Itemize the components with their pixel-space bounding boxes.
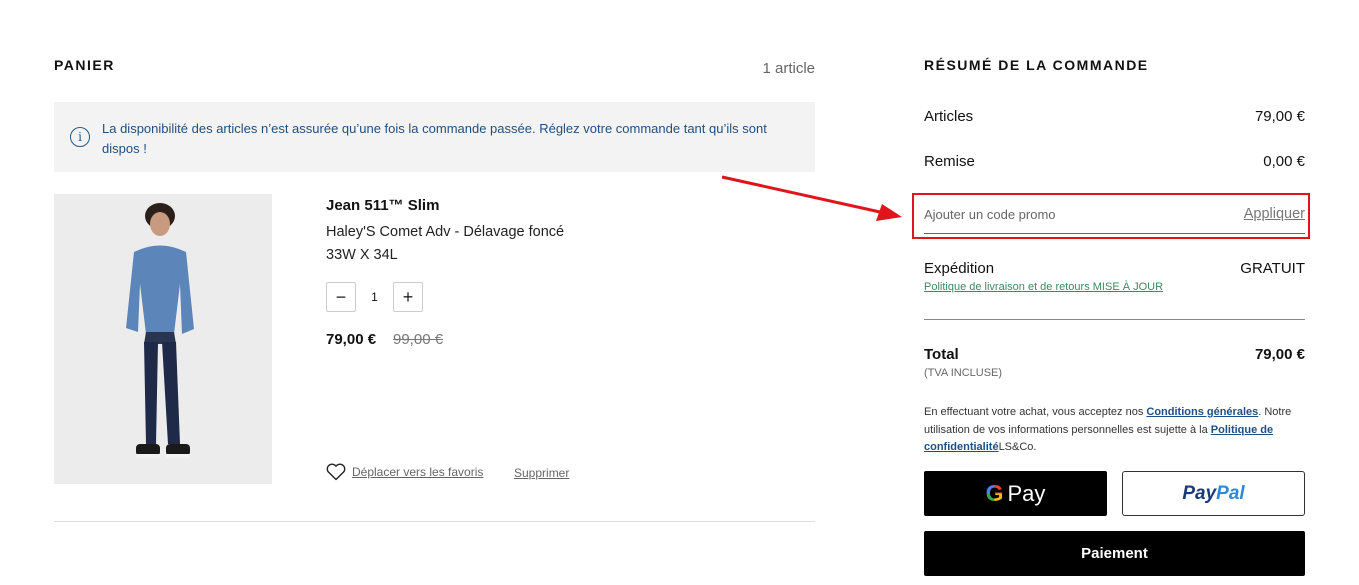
total-label: Total (924, 346, 959, 363)
articles-value: 79,00 € (1254, 108, 1305, 125)
paypal-button[interactable]: Pay Pal (1122, 471, 1305, 516)
summary-title: RÉSUMÉ DE LA COMMANDE (924, 57, 1149, 73)
cart-count: 1 article (762, 60, 815, 77)
product-photo (54, 194, 272, 484)
product-name[interactable]: Jean 511™ Slim (326, 197, 439, 214)
apply-promo-button[interactable]: Appliquer (1244, 206, 1305, 222)
decrease-quantity-button[interactable]: − (326, 282, 356, 312)
legal-text-3: LS&Co. (998, 441, 1037, 453)
shipping-policy-link[interactable]: Politique de livraison et de retours MIS… (924, 281, 1163, 293)
original-price: 99,00 € (393, 331, 444, 348)
cart-title: PANIER (54, 57, 115, 73)
google-pay-button[interactable]: G Pay (924, 471, 1107, 516)
legal-text-1: En effectuant votre achat, vous acceptez… (924, 406, 1147, 418)
discount-row: Remise 0,00 € (924, 153, 1305, 170)
info-icon: i (70, 127, 90, 147)
paypal-logo-part1: Pay (1182, 482, 1217, 504)
minus-icon: − (335, 286, 347, 307)
quantity-value: 1 (371, 290, 378, 304)
summary-divider (924, 319, 1305, 320)
quantity-stepper: − 1 + (326, 282, 423, 312)
product-description: Haley'S Comet Adv - Délavage foncé (326, 224, 565, 240)
product-size: 33W X 34L (326, 247, 398, 263)
promo-underline (924, 233, 1305, 234)
heart-icon (326, 463, 346, 481)
total-row: Total 79,00 € (924, 346, 1305, 363)
increase-quantity-button[interactable]: + (393, 282, 423, 312)
move-to-favorites-link[interactable]: Déplacer vers les favoris (326, 463, 483, 481)
discount-label: Remise (924, 153, 975, 170)
shipping-row: Expédition GRATUIT (924, 260, 1305, 277)
tax-note: (TVA INCLUSE) (924, 367, 1003, 379)
remove-item-link[interactable]: Supprimer (514, 466, 569, 480)
google-pay-label: Pay (1007, 480, 1046, 506)
discount-value: 0,00 € (1263, 153, 1305, 170)
google-g-icon: G (985, 480, 1004, 506)
promo-code-input[interactable]: Ajouter un code promo (924, 207, 1056, 222)
articles-row: Articles 79,00 € (924, 108, 1305, 125)
availability-notice: i La disponibilité des articles n’est as… (54, 102, 815, 172)
current-price: 79,00 € (326, 331, 377, 348)
total-value: 79,00 € (1254, 346, 1305, 363)
cart-divider (54, 521, 815, 522)
product-image[interactable] (54, 194, 272, 484)
terms-link[interactable]: Conditions générales (1146, 406, 1258, 418)
legal-text: En effectuant votre achat, vous acceptez… (924, 404, 1305, 457)
notice-text: La disponibilité des articles n’est assu… (102, 121, 767, 156)
checkout-button[interactable]: Paiement (924, 531, 1305, 576)
articles-label: Articles (924, 108, 974, 125)
favorites-label: Déplacer vers les favoris (352, 465, 484, 479)
paypal-logo-part2: Pal (1216, 482, 1245, 504)
shipping-label: Expédition (924, 260, 995, 277)
plus-icon: + (402, 286, 414, 307)
shipping-value: GRATUIT (1240, 260, 1305, 277)
